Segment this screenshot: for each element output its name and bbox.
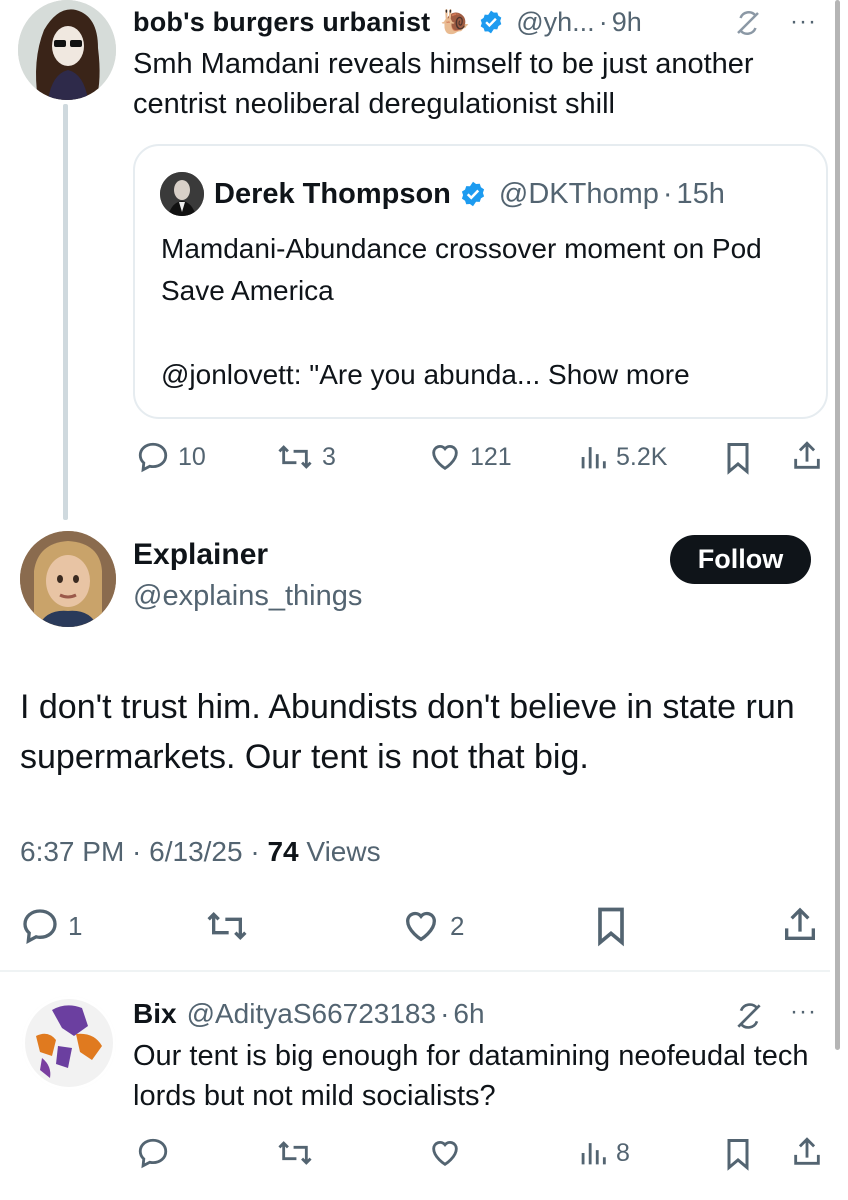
tweet-timestamp[interactable]: 6:37 PM · 6/13/25 ·	[20, 836, 260, 867]
views-count: 8	[616, 1138, 630, 1167]
reply-count: 10	[178, 442, 206, 471]
views-icon	[578, 440, 608, 474]
like-button[interactable]: 2	[400, 906, 464, 946]
quoted-author-handle[interactable]: @DKThomp	[499, 178, 659, 211]
bookmark-icon[interactable]	[592, 904, 630, 948]
author-handle[interactable]: @yh...	[516, 7, 594, 38]
quoted-tweet-header: Derek Thompson @DKThomp · 15h	[214, 172, 725, 216]
separator: ·	[440, 998, 450, 1029]
repost-button[interactable]: 3	[276, 440, 336, 474]
thread-tweet-header: bob's burgers urbanist 🐌 @yh... · 9h	[133, 2, 642, 42]
like-count: 121	[470, 442, 512, 471]
grok-icon[interactable]	[733, 8, 763, 38]
like-button[interactable]: 121	[428, 440, 512, 474]
like-icon	[428, 440, 462, 474]
views-icon	[578, 1136, 608, 1170]
reply-icon[interactable]	[136, 1136, 170, 1170]
main-tweet-text: I don't trust him. Abundists don't belie…	[20, 688, 795, 776]
reply-count: 1	[68, 910, 83, 941]
tweet-metadata: 6:37 PM · 6/13/25 · 74 Views	[20, 836, 381, 868]
quoted-tweet-time[interactable]: 15h	[677, 178, 725, 211]
like-icon[interactable]	[428, 1136, 462, 1170]
tweet-time[interactable]: 9h	[612, 7, 642, 38]
author-name[interactable]: Bix	[133, 998, 177, 1030]
verified-badge-icon	[459, 180, 487, 208]
reply-icon	[136, 440, 170, 474]
name-emoji: 🐌	[440, 8, 471, 36]
avatar-bobs-burgers-urbanist[interactable]	[18, 0, 116, 100]
reply-button[interactable]: 1	[20, 906, 82, 946]
scrollbar[interactable]	[835, 0, 840, 1050]
reply-tweet-text: Our tent is big enough for datamining ne…	[133, 1040, 809, 1112]
repost-icon	[276, 440, 314, 474]
views-label: Views	[306, 836, 381, 867]
avatar-derek-thompson[interactable]	[160, 172, 204, 216]
more-options-button[interactable]: ···	[790, 998, 817, 1026]
tweet-time[interactable]: 6h	[453, 998, 484, 1030]
verified-badge-icon	[478, 9, 504, 35]
quoted-author-name[interactable]: Derek Thompson	[214, 178, 451, 211]
quoted-tweet-line1: Mamdani-Abundance crossover moment on Po…	[161, 233, 762, 306]
views-count: 74	[267, 836, 299, 867]
thread-connector-line	[63, 104, 68, 520]
separator: ·	[598, 6, 608, 37]
separator: ·	[662, 177, 673, 210]
views-button[interactable]: 5.2K	[578, 440, 667, 474]
share-icon[interactable]	[790, 438, 824, 474]
author-handle[interactable]: @explains_things	[133, 580, 362, 613]
bookmark-icon[interactable]	[722, 1136, 754, 1172]
share-icon[interactable]	[790, 1134, 824, 1170]
divider	[0, 970, 830, 972]
bookmark-icon[interactable]	[722, 440, 754, 476]
author-name[interactable]: bob's burgers urbanist	[133, 7, 430, 38]
author-name[interactable]: Explainer	[133, 538, 268, 572]
share-icon[interactable]	[780, 904, 820, 946]
quoted-tweet-text: Mamdani-Abundance crossover moment on Po…	[161, 228, 811, 396]
like-icon	[400, 906, 442, 946]
thread-tweet-text: Smh Mamdani reveals himself to be just a…	[133, 48, 754, 120]
avatar-bix[interactable]	[22, 996, 116, 1090]
like-count: 2	[450, 910, 465, 941]
reply-tweet-header: Bix @AdityaS66723183 · 6h	[133, 994, 485, 1034]
author-handle[interactable]: @AdityaS66723183	[187, 998, 437, 1030]
avatar-explainer[interactable]	[20, 531, 116, 627]
repost-icon[interactable]	[204, 906, 250, 946]
grok-icon[interactable]	[733, 1000, 765, 1032]
more-options-button[interactable]: ···	[790, 8, 817, 36]
reply-button[interactable]: 10	[136, 440, 206, 474]
follow-button[interactable]: Follow	[670, 535, 811, 584]
views-button[interactable]: 8	[578, 1136, 630, 1170]
views-count: 5.2K	[616, 442, 668, 471]
show-more-link[interactable]: Show more	[548, 359, 690, 390]
reply-icon	[20, 906, 60, 946]
repost-count: 3	[322, 442, 336, 471]
quoted-tweet-line2: @jonlovett: "Are you abunda...	[161, 359, 541, 390]
repost-icon[interactable]	[276, 1136, 314, 1170]
